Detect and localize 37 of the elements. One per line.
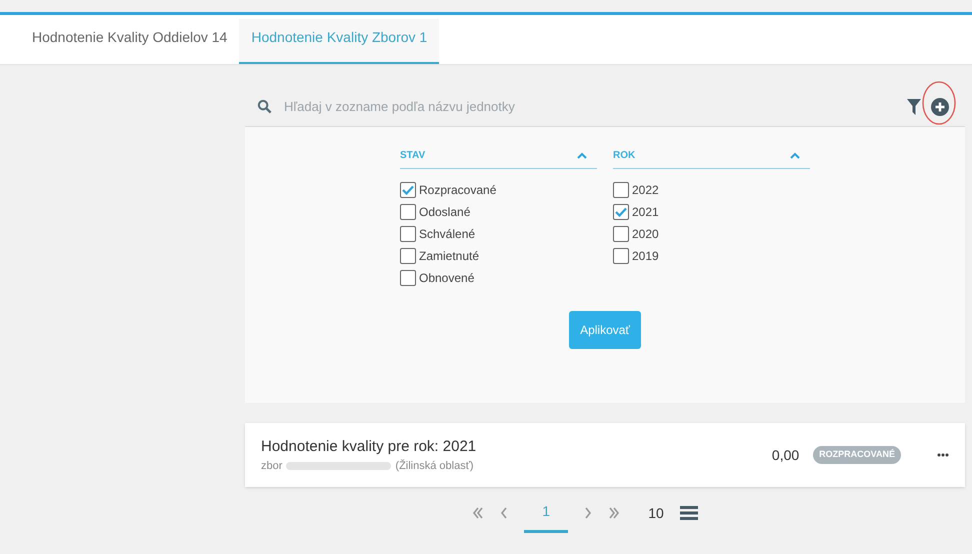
checkbox-label: Schválené [419, 226, 476, 243]
checkbox[interactable] [400, 270, 416, 286]
checkbox-label: 2020 [632, 226, 659, 243]
more-icon[interactable] [937, 453, 949, 457]
search-field[interactable]: Hľadaj v zozname podľa názvu jednotky [284, 96, 907, 116]
checkbox-label: 2019 [632, 248, 659, 265]
score: 0,00 [772, 446, 800, 464]
unit-type: zbor [261, 459, 282, 474]
filter-heading: STAV [400, 149, 426, 163]
checkbox[interactable] [400, 204, 416, 220]
checkbox[interactable] [400, 226, 416, 242]
tab[interactable]: Hodnotenie Kvality Oddielov 14 [20, 19, 240, 64]
page-size[interactable]: 10 [648, 502, 664, 524]
checkbox-label: Obnovené [419, 270, 474, 287]
checkbox-label: Rozpracované [419, 182, 496, 199]
list-card[interactable]: Hodnotenie kvality pre rok: 2021 zbor (Žilinská oblasť) 0,00 ROZPRACOVANÉ [245, 423, 965, 487]
chevron-icon[interactable] [577, 152, 587, 159]
checkbox-label: Zamietnuté [419, 248, 480, 265]
add-icon[interactable] [931, 98, 949, 116]
search-icon [257, 99, 272, 114]
checkbox[interactable] [613, 248, 629, 264]
checkbox[interactable] [613, 182, 629, 198]
region-text: (Žilinská oblasť) [395, 458, 474, 474]
checkbox[interactable] [613, 226, 629, 242]
checkbox-label: 2021 [632, 204, 659, 221]
chevron-icon[interactable] [790, 152, 800, 159]
card-title: Hodnotenie kvality pre rok: 2021 [261, 436, 478, 456]
status-badge: ROZPRACOVANÉ [813, 446, 901, 464]
checkbox-label: Odoslané [419, 204, 470, 221]
filter-heading: ROK [613, 149, 636, 163]
checkbox[interactable] [613, 204, 629, 220]
annotation-circle [921, 80, 957, 126]
list-icon[interactable] [680, 506, 698, 520]
checkbox-label: 2022 [632, 182, 659, 199]
checkbox[interactable] [400, 182, 416, 198]
filter-icon[interactable] [907, 98, 921, 114]
checkbox[interactable] [400, 248, 416, 264]
